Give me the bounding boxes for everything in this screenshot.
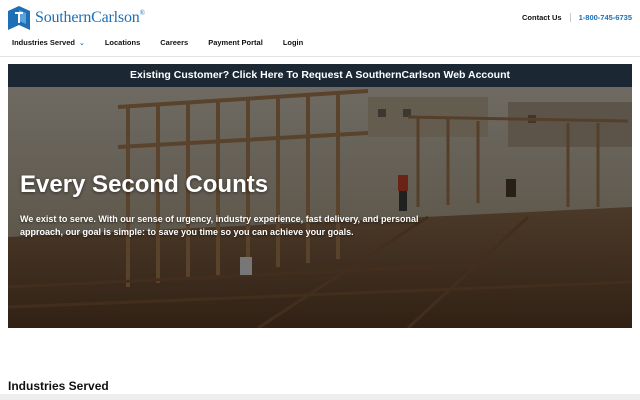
nav-item-label: Login [282,38,304,47]
main-nav: Industries Served ⌄ Locations Careers Pa… [12,38,323,47]
web-account-banner[interactable]: Existing Customer? Click Here To Request… [8,64,632,87]
nav-item-label: Careers [160,38,189,47]
nav-item-login[interactable]: Login [283,38,303,47]
contact-us-link[interactable]: Contact Us [522,13,562,22]
logo-text: SouthernCarlson® [35,9,145,26]
logo[interactable]: SouthernCarlson® [8,6,145,30]
top-utility-links: Contact Us 1-800-745-6735 [522,13,632,22]
nav-item-label: Industries Served [12,38,75,47]
nav-item-industries-served[interactable]: Industries Served ⌄ [12,38,85,47]
nav-item-label: Locations [104,38,141,47]
nav-item-payment-portal[interactable]: Payment Portal [208,38,263,47]
nav-item-locations[interactable]: Locations [105,38,140,47]
hero-section: Every Second Counts We exist to serve. W… [8,87,632,328]
hero-description: We exist to serve. With our sense of urg… [20,214,419,237]
nav-item-careers[interactable]: Careers [160,38,188,47]
industries-served-heading: Industries Served [8,379,109,393]
phone-link[interactable]: 1-800-745-6735 [579,13,632,22]
shield-logo-icon [8,6,30,30]
nav-item-label: Payment Portal [208,38,263,47]
divider [569,13,571,22]
hero-background-image [8,87,632,328]
chevron-down-icon: ⌄ [78,39,85,47]
bottom-strip [0,394,640,400]
hero-title: Every Second Counts [20,171,269,198]
site-header: SouthernCarlson® Contact Us 1-800-745-67… [0,0,640,57]
